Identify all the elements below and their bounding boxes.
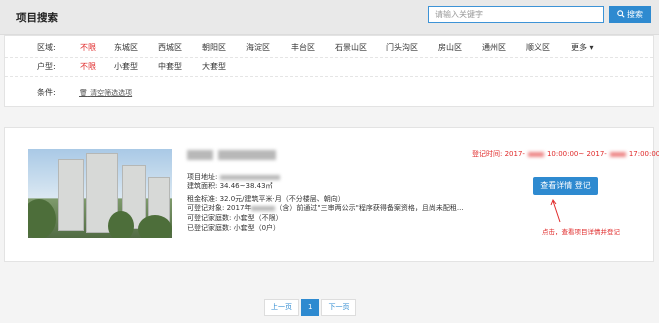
- district-option[interactable]: 海淀区: [246, 39, 270, 57]
- layout-option[interactable]: 大套型: [202, 58, 226, 76]
- search-input[interactable]: 请输入关键字: [428, 6, 604, 23]
- target-suffix: （含）前通过"三审两公示"程序获得备案资格，且尚未配租...: [275, 204, 464, 212]
- search-button-label: 搜索: [627, 10, 643, 19]
- district-option[interactable]: 房山区: [438, 39, 462, 57]
- district-option[interactable]: 丰台区: [291, 39, 315, 57]
- header-bar: 项目搜索 请输入关键字 搜索: [0, 0, 659, 35]
- conditions-row: 条件: 🗑 清空筛选选项: [5, 84, 653, 102]
- caret-down-icon: ▾: [589, 43, 594, 52]
- district-option[interactable]: 东城区: [114, 39, 138, 57]
- clear-filters-link[interactable]: 🗑 清空筛选选项: [79, 84, 132, 102]
- reg-time-mid: 10:00:00~ 2017-: [546, 150, 607, 158]
- district-option[interactable]: 石景山区: [335, 39, 367, 57]
- district-option[interactable]: 朝阳区: [202, 39, 226, 57]
- project-photo[interactable]: [28, 149, 172, 238]
- filter-panel: 区域: 不限 东城区 西城区 朝阳区 海淀区 丰台区 石景山区 门头沟区 房山区…: [4, 35, 654, 107]
- district-filter-row: 区域: 不限 东城区 西城区 朝阳区 海淀区 丰台区 石景山区 门头沟区 房山区…: [5, 39, 653, 58]
- reg-time-prefix: 登记时间: 2017-: [472, 150, 525, 158]
- project-card: 项目地址: 建筑面积: 34.46~38.43㎡ 租金标准: 32.0元/建筑平…: [4, 127, 659, 262]
- more-districts-button[interactable]: 更多 ▾: [571, 39, 594, 57]
- layout-filter-row: 户型: 不限 小套型 中套型 大套型: [5, 58, 653, 77]
- layout-option[interactable]: 中套型: [158, 58, 182, 76]
- project-name[interactable]: [187, 148, 276, 161]
- registerable-households: 可登记家庭数: 小套型（不限）: [187, 214, 283, 222]
- district-option[interactable]: 顺义区: [526, 39, 550, 57]
- current-page-button[interactable]: 1: [301, 299, 320, 316]
- search-button[interactable]: 搜索: [609, 6, 651, 23]
- prev-page-button[interactable]: 上一页: [264, 299, 299, 316]
- district-option[interactable]: 门头沟区: [386, 39, 418, 57]
- district-option[interactable]: 通州区: [482, 39, 506, 57]
- layout-option[interactable]: 小套型: [114, 58, 138, 76]
- reg-time-suffix: 17:00:00: [628, 150, 659, 158]
- view-details-register-button[interactable]: 查看详情 登记: [533, 177, 598, 195]
- target-prefix: 可登记对象: 2017年: [187, 204, 252, 212]
- arrow-icon: [550, 198, 561, 223]
- trash-icon: 🗑: [79, 89, 88, 97]
- registration-time: 登记时间: 2017- 10:00:00~ 2017- 17:00:00: [472, 149, 659, 159]
- district-label: 区域:: [37, 43, 56, 52]
- more-label: 更多: [571, 43, 587, 52]
- next-page-button[interactable]: 下一页: [321, 299, 357, 316]
- conditions-label: 条件:: [37, 88, 56, 97]
- page-title: 项目搜索: [16, 12, 58, 24]
- layout-option[interactable]: 不限: [80, 58, 96, 76]
- pagination: 上一页 1 下一页: [264, 299, 358, 316]
- registered-households: 已登记家庭数: 小套型（0户）: [187, 224, 281, 232]
- register-tip: 点击，查看项目详情并登记: [542, 228, 620, 236]
- clear-filters-label: 清空筛选选项: [90, 89, 133, 97]
- project-target: 可登记对象: 2017年 （含）前通过"三审两公示"程序获得备案资格，且尚未配租.…: [187, 203, 464, 213]
- district-option[interactable]: 西城区: [158, 39, 182, 57]
- project-area: 建筑面积: 34.46~38.43㎡: [187, 182, 273, 190]
- search-icon: [617, 10, 625, 18]
- layout-label: 户型:: [37, 62, 56, 71]
- district-option[interactable]: 不限: [80, 39, 96, 57]
- address-label: 项目地址:: [187, 173, 218, 181]
